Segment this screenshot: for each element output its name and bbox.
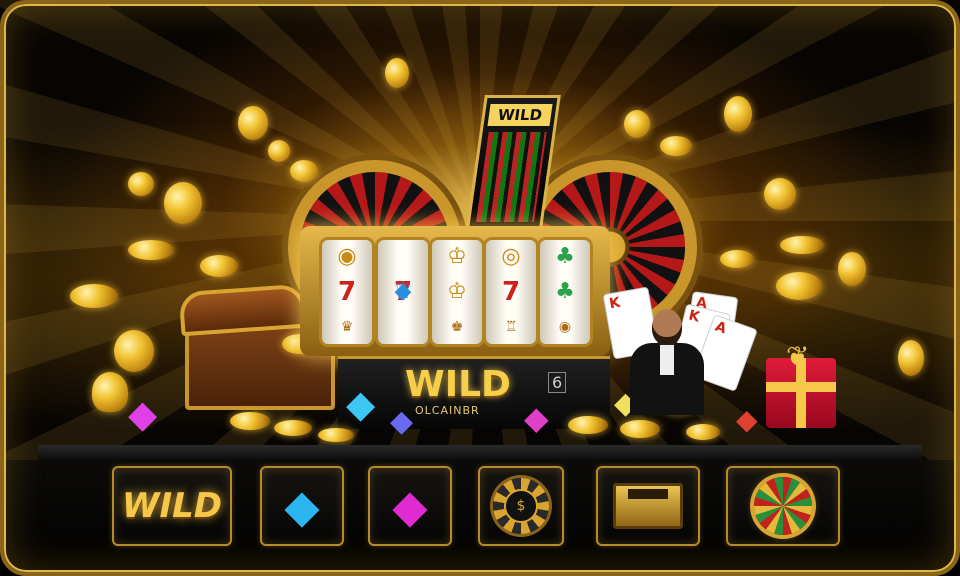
reel-symbol: ◉ [337,244,357,270]
coin-icon [620,420,660,438]
coin-icon [764,178,796,210]
reel-symbol: ♚ [450,318,464,335]
gold-register-icon [613,483,683,529]
coin-icon [318,428,354,442]
reel-symbol: ◉ [558,318,572,335]
casino-chip-tile[interactable]: $ [478,466,564,546]
coin-icon [274,420,312,436]
prize-wheel-icon [754,477,812,535]
brand-badge: 6 [548,372,567,393]
game-tile-bar: WILD ◆ ◆ $ [0,466,960,552]
display-shelf [38,445,922,460]
gift-bow-icon: ❦ [786,340,810,373]
blue-diamond-icon: ◆ [284,479,320,533]
red-gem-icon: ◆ [736,403,758,436]
coin-icon [720,250,754,268]
coin-icon [164,182,202,224]
reel-1: ◉ 7 ♛ [322,240,372,344]
treasure-chest-lid [178,283,307,337]
coin-icon [128,172,154,196]
brand-subtitle: OLCAINBR [415,404,480,417]
tower-grid [475,132,547,222]
reel-2: ◆ 7 ♕ [378,240,428,344]
coin-icon [898,340,924,376]
casino-chip-icon: $ [493,478,549,534]
reel-symbol: ♕ [393,279,413,304]
coin-icon [568,416,608,434]
reel-symbol: ♖ [504,318,518,335]
pink-diamond-tile[interactable]: ◆ [368,466,452,546]
coin-icon [838,252,866,286]
coin-icon [268,140,290,162]
reel-symbol: ♔ [447,278,467,304]
chip-center-icon: $ [504,489,538,523]
reel-symbol: ♔ [447,244,467,270]
coin-icon [230,412,270,430]
reel-symbol: 7 [501,276,521,307]
coin-icon [200,255,238,277]
coin-icon [686,424,720,440]
blue-diamond-tile[interactable]: ◆ [260,466,344,546]
blue-gem-icon: ◆ [346,382,376,426]
reel-symbol: ♛ [340,318,354,335]
wild-tile[interactable]: WILD [112,466,232,546]
reel-symbol: 7 [337,276,357,307]
rubber-duck-icon [92,372,128,412]
reel-3: ♔ ♔ ♚ [432,240,482,344]
blue-gem-icon: ◆ [390,404,414,439]
wild-tower-label: WILD [487,104,553,126]
dealer-head [652,309,682,345]
coin-icon [238,106,268,140]
wild-logo-icon: WILD [121,486,223,526]
coin-icon [780,236,824,254]
coin-icon [385,58,409,88]
reel-symbol: ♣ [555,244,575,270]
gold-register-tile[interactable] [596,466,700,546]
pink-diamond-icon: ◆ [392,479,428,533]
reel-symbol: ♣ [555,278,575,304]
pink-gem-icon: ◆ [128,392,158,436]
brand-logo: WILD [405,364,511,405]
coin-icon [70,284,118,308]
dealer-shirt [660,345,674,375]
coin-icon [776,272,822,300]
slot-machine: ◉ 7 ♛ ◆ 7 ♕ ♔ ♔ ♚ ◎ 7 ♖ ♣ ♣ ◉ [300,226,610,356]
coin-icon [114,330,154,372]
coin-icon [624,110,650,138]
reel-symbol: ◎ [501,244,521,270]
coin-icon [660,136,692,156]
gift-box-icon: ❦ [766,340,836,428]
reel-5: ♣ ♣ ◉ [540,240,590,344]
prize-wheel-tile[interactable] [726,466,840,546]
hero-scene: WILD ◉ 7 ♛ ◆ 7 ♕ ♔ ♔ ♚ ◎ 7 ♖ ♣ ♣ ◉ WILD … [0,0,960,460]
coin-icon [128,240,174,260]
coin-icon [290,160,318,182]
gift-ribbon [766,382,836,392]
reel-4: ◎ 7 ♖ [486,240,536,344]
pink-gem-icon: ◆ [524,399,549,437]
dealer-figure [624,305,708,415]
coin-icon [724,96,752,132]
